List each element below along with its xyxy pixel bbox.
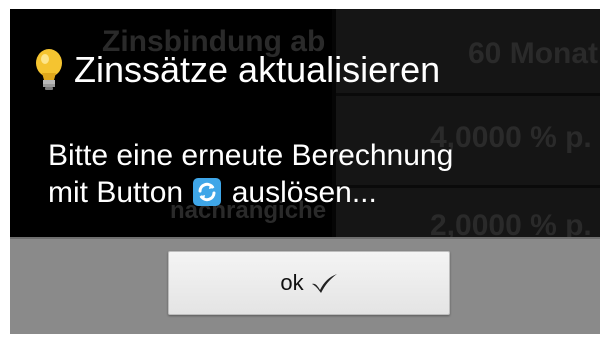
ok-button-label: ok: [280, 270, 304, 295]
lightbulb-icon: [36, 49, 62, 90]
screen: Zinsbindung ab 60 Monat 4,0000 % p. nach…: [0, 0, 603, 340]
refresh-icon: [193, 178, 222, 206]
message-line-2-prefix: mit Button: [48, 176, 184, 209]
dialog-button-bar: ok: [10, 237, 600, 334]
message-line-2: mit Button auslösen...: [48, 174, 588, 211]
background-cell: 60 Monat: [468, 37, 599, 70]
ok-button[interactable]: ok: [168, 251, 450, 315]
checkmark-icon: [311, 274, 337, 293]
background-row-divider: [336, 93, 600, 96]
dialog-title: Zinssätze aktualisieren: [74, 49, 441, 90]
message-line-2-suffix: auslösen...: [231, 176, 377, 209]
message-line-1: Bitte eine erneute Berechnung: [48, 139, 454, 172]
dialog-message: Bitte eine erneute Berechnung mit Button…: [48, 137, 588, 211]
alert-dialog: Zinsbindung ab 60 Monat 4,0000 % p. nach…: [10, 9, 600, 334]
